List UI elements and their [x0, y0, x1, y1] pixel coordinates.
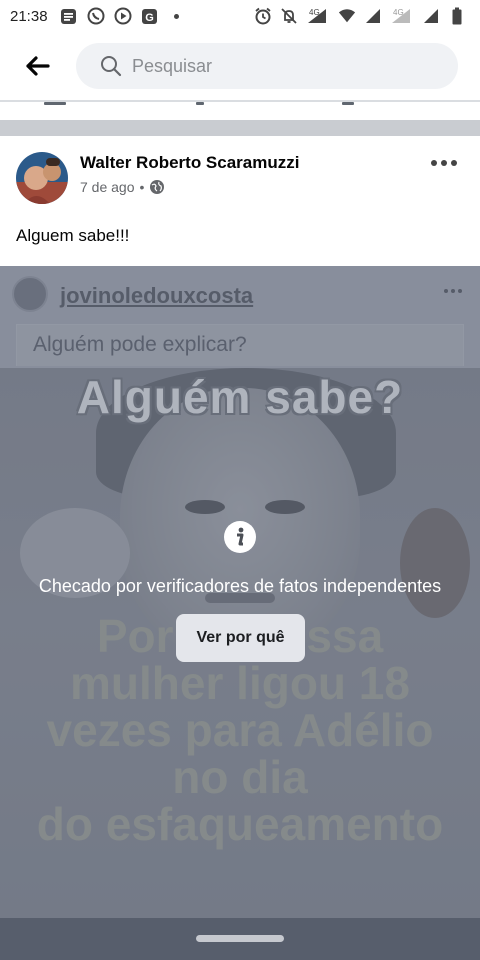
status-left-icons: G [60, 7, 186, 25]
network-label-2: 4G [393, 8, 404, 17]
signal-4g-icon-2: 4G [390, 7, 414, 25]
post-text: Alguem sabe!!! [16, 226, 130, 245]
battery-icon [448, 7, 466, 25]
more-options-button[interactable] [426, 150, 462, 176]
status-time: 21:38 [10, 7, 48, 25]
globe-icon [150, 180, 165, 194]
author-name[interactable]: Walter Roberto Scaramuzzi [80, 153, 299, 173]
search-header: Pesquisar [0, 32, 480, 100]
signal-icon-2 [422, 7, 440, 25]
network-label-1: 4G [309, 8, 320, 17]
arrow-left-icon [26, 56, 50, 76]
previous-post-peek [0, 102, 480, 120]
system-nav-bar [0, 918, 480, 960]
signal-icon [364, 7, 382, 25]
signal-4g-icon: 4G [306, 7, 330, 25]
post-timestamp[interactable]: 7 de ago [80, 179, 135, 195]
search-icon [101, 56, 122, 77]
mute-icon [280, 7, 298, 25]
google-news-icon: G [141, 7, 159, 25]
svg-text:G: G [145, 12, 154, 24]
status-bar: 21:38 G 4G 4G [0, 0, 480, 32]
meta-separator: • [139, 179, 145, 195]
wifi-icon [338, 7, 356, 25]
status-right-icons: 4G 4G [254, 7, 466, 25]
home-gesture-handle[interactable] [196, 935, 284, 942]
post-meta: 7 de ago • [80, 179, 165, 195]
feed-separator [0, 120, 480, 136]
see-why-button[interactable]: Ver por quê [176, 614, 305, 662]
messages-icon [60, 7, 78, 25]
fact-check-label: Checado por verificadores de fatos indep… [38, 576, 442, 596]
whatsapp-icon [87, 7, 105, 25]
alarm-icon [254, 7, 272, 25]
fact-check-overlay: Checado por verificadores de fatos indep… [0, 266, 480, 918]
back-button[interactable] [13, 42, 61, 90]
notification-dot-icon [168, 7, 186, 25]
search-placeholder: Pesquisar [132, 55, 213, 76]
avatar[interactable] [16, 152, 68, 204]
youtube-icon [114, 7, 132, 25]
search-input[interactable]: Pesquisar [76, 43, 458, 89]
info-icon [224, 521, 256, 553]
